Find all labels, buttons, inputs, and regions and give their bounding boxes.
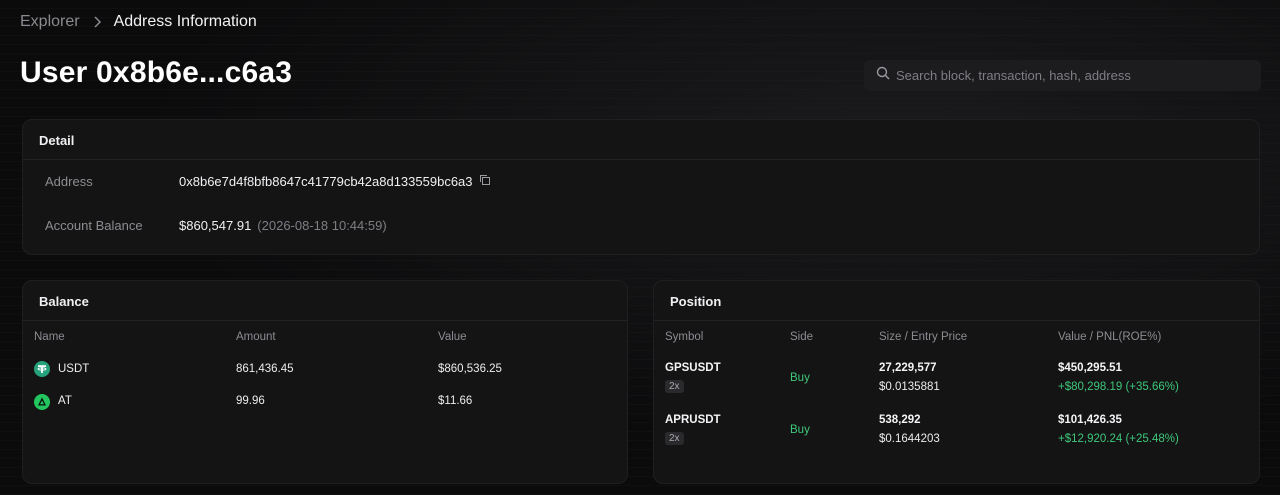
balance-row-name: USDT [58, 363, 90, 375]
search-icon [876, 66, 890, 85]
position-row-symbol[interactable]: GPSUSDT [665, 362, 721, 374]
at-token-icon [34, 394, 50, 410]
position-row-size: 27,229,577 [879, 362, 937, 374]
position-col-side: Side [790, 331, 814, 343]
account-balance-row: Account Balance $860,547.91 (2026-08-18 … [45, 218, 387, 233]
position-row-side: Buy [790, 372, 810, 384]
account-balance-timestamp: (2026-08-18 10:44:59) [257, 218, 387, 233]
account-balance-value: $860,547.91 [179, 218, 252, 233]
position-row-value: $450,295.51 [1058, 362, 1122, 374]
leverage-badge: 2x [665, 432, 684, 445]
position-row-side: Buy [790, 424, 810, 436]
position-col-value: Value / PNL(ROE%) [1058, 331, 1162, 343]
tether-icon [34, 361, 50, 377]
position-row-entry: $0.0135881 [879, 381, 940, 393]
balance-row-amount: 99.96 [236, 395, 265, 407]
balance-row-value: $860,536.25 [438, 363, 502, 375]
copy-icon[interactable] [479, 174, 491, 189]
position-row-pnl: +$12,920.24 (+25.48%) [1058, 433, 1179, 445]
position-row-symbol[interactable]: APRUSDT [665, 414, 721, 426]
breadcrumb-explorer-link[interactable]: Explorer [20, 13, 80, 31]
balance-row-value: $11.66 [438, 395, 473, 407]
balance-card: Balance Name Amount Value USDT 861,436.4… [22, 280, 628, 484]
search-bar[interactable] [864, 60, 1261, 91]
account-balance-value-wrap: $860,547.91 (2026-08-18 10:44:59) [179, 218, 387, 233]
balance-col-name: Name [34, 331, 65, 343]
detail-card: Detail Address 0x8b6e7d4f8bfb8647c41779c… [22, 119, 1260, 255]
breadcrumb: Explorer Address Information [20, 12, 257, 32]
balance-row-name: AT [58, 395, 72, 407]
balance-row-amount: 861,436.45 [236, 363, 294, 375]
address-value: 0x8b6e7d4f8bfb8647c41779cb42a8d133559bc6… [179, 174, 473, 189]
address-row: Address 0x8b6e7d4f8bfb8647c41779cb42a8d1… [45, 174, 491, 189]
position-card: Position Symbol Side Size / Entry Price … [653, 280, 1260, 484]
address-value-wrap: 0x8b6e7d4f8bfb8647c41779cb42a8d133559bc6… [179, 174, 491, 189]
position-row-value: $101,426.35 [1058, 414, 1122, 426]
position-col-symbol: Symbol [665, 331, 704, 343]
address-label: Address [45, 174, 93, 189]
account-balance-label: Account Balance [45, 218, 143, 233]
search-input[interactable] [896, 68, 1256, 83]
breadcrumb-current: Address Information [113, 13, 257, 30]
detail-card-title: Detail [23, 120, 1259, 160]
balance-col-amount: Amount [236, 331, 276, 343]
chevron-right-icon [90, 15, 104, 29]
leverage-badge: 2x [665, 380, 684, 393]
position-col-size: Size / Entry Price [879, 331, 968, 343]
position-row-pnl: +$80,298.19 (+35.66%) [1058, 381, 1179, 393]
position-row-size: 538,292 [879, 414, 921, 426]
position-row-entry: $0.1644203 [879, 433, 940, 445]
balance-col-value: Value [438, 331, 467, 343]
balance-card-title: Balance [23, 281, 627, 321]
position-card-title: Position [654, 281, 1259, 321]
page-title: User 0x8b6e...c6a3 [20, 56, 293, 89]
